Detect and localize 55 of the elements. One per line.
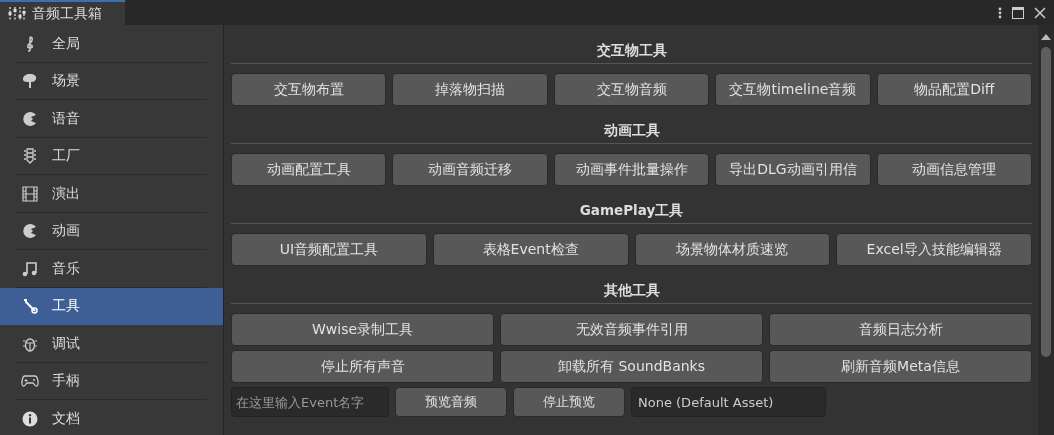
- sidebar-item[interactable]: 动画: [0, 212, 223, 250]
- pacman-icon: [22, 223, 38, 240]
- section-heading: GamePlay工具: [578, 201, 685, 219]
- tool-button[interactable]: 卸载所有 SoundBanks: [500, 350, 763, 383]
- tool-button[interactable]: 掉落物扫描: [392, 73, 548, 106]
- close-icon[interactable]: [1034, 6, 1046, 19]
- stop-preview-button[interactable]: 停止预览: [513, 387, 625, 417]
- tool-button[interactable]: 表格Event检查: [432, 233, 629, 266]
- tree-icon: [22, 73, 38, 90]
- tool-button[interactable]: 交互物音频: [553, 73, 710, 106]
- film-icon: [22, 185, 38, 202]
- sidebar-item[interactable]: 工具: [0, 287, 223, 325]
- wrench-icon: [22, 298, 38, 315]
- tool-button[interactable]: UI音频配置工具: [231, 233, 427, 266]
- more-options-icon[interactable]: [998, 6, 1002, 19]
- window-tab[interactable]: 音频工具箱: [0, 0, 125, 25]
- tool-button[interactable]: Wwise录制工具: [231, 313, 494, 346]
- sidebar-item[interactable]: 工厂: [0, 137, 223, 175]
- section-heading: 交互物工具: [595, 41, 668, 59]
- tool-button[interactable]: Excel导入技能编辑器: [836, 233, 1032, 266]
- pacman-icon: [22, 110, 38, 127]
- tool-button[interactable]: 动画信息管理: [876, 153, 1033, 186]
- sidebar-item[interactable]: 场景: [0, 62, 223, 100]
- sidebar-item[interactable]: 手柄: [0, 362, 223, 400]
- preview-button[interactable]: 预览音频: [395, 387, 507, 417]
- sidebar-item[interactable]: 调试: [0, 325, 223, 363]
- tool-button[interactable]: 停止所有声音: [231, 350, 494, 383]
- tool-button[interactable]: 无效音频事件引用: [500, 313, 763, 346]
- tool-button[interactable]: 场景物体材质速览: [634, 233, 831, 266]
- bug-icon: [22, 335, 38, 352]
- tool-button[interactable]: 交互物timeline音频: [715, 73, 871, 106]
- sidebar-item[interactable]: 文档: [0, 400, 223, 435]
- gamepad-icon: [21, 374, 39, 389]
- scrollbar-thumb[interactable]: [1041, 47, 1051, 357]
- sidebar-item[interactable]: 演出: [0, 175, 223, 213]
- tool-button[interactable]: 音频日志分析: [769, 313, 1032, 346]
- sidebar-item[interactable]: 音乐: [0, 250, 223, 288]
- sidebar-item[interactable]: 语音: [0, 100, 223, 138]
- maximize-icon[interactable]: [1012, 6, 1024, 19]
- asset-field[interactable]: None (Default Asset): [631, 387, 826, 417]
- sidebar-item[interactable]: 全局: [0, 25, 223, 63]
- section-heading: 动画工具: [602, 121, 661, 139]
- tool-button[interactable]: 动画事件批量操作: [553, 153, 710, 186]
- tool-button[interactable]: 刷新音频Meta信息: [769, 350, 1032, 383]
- tool-button[interactable]: 动画音频迁移: [392, 153, 548, 186]
- section-heading: 其他工具: [602, 281, 661, 299]
- mixer-icon: [8, 6, 26, 21]
- tool-button[interactable]: 物品配置Diff: [876, 73, 1033, 106]
- tool-button[interactable]: 交互物布置: [231, 73, 387, 106]
- event-name-field[interactable]: 在这里输入Event名字: [231, 387, 389, 417]
- scroll-up-icon[interactable]: [1041, 33, 1051, 41]
- info-icon: [22, 410, 38, 427]
- tool-button[interactable]: 动画配置工具: [231, 153, 387, 186]
- music-note-icon: [22, 260, 38, 277]
- tool-button[interactable]: 导出DLG动画引用信: [715, 153, 871, 186]
